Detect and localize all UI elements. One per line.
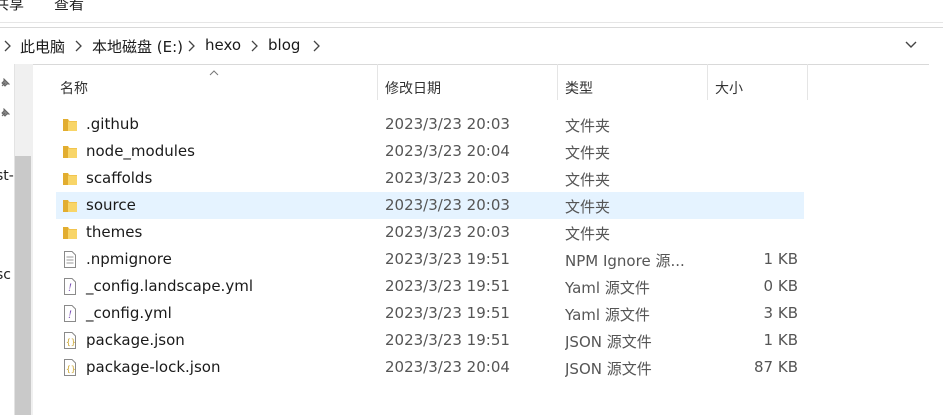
column-header-row: 名称 修改日期 类型 大小	[33, 64, 943, 100]
file-type: JSON 源文件	[565, 333, 652, 351]
ribbon-tab-share[interactable]: 共享	[0, 0, 24, 14]
file-name[interactable]: source	[86, 196, 136, 214]
ribbon-divider	[0, 22, 943, 23]
file-type: 文件夹	[565, 171, 611, 189]
file-row[interactable]: {} package-lock.json 2023/3/23 20:04 JSON 源…	[56, 354, 804, 381]
svg-text:{}: {}	[66, 365, 76, 374]
file-size: 3 KB	[763, 304, 798, 322]
file-row[interactable]: node_modules 2023/3/23 20:04 文件夹	[56, 138, 804, 165]
nav-item-fragment[interactable]: st-	[0, 168, 14, 184]
file-modified: 2023/3/23 20:04	[385, 358, 510, 376]
file-row[interactable]: source 2023/3/23 20:03 文件夹	[56, 192, 804, 219]
file-row[interactable]: ! _config.yml 2023/3/23 19:51 Yaml 源文件 3 KB	[56, 300, 804, 327]
ribbon-tab-view[interactable]: 查看	[54, 0, 84, 14]
file-type: 文件夹	[565, 198, 611, 216]
file-modified: 2023/3/23 19:51	[385, 304, 510, 322]
column-header-modified[interactable]: 修改日期	[378, 64, 557, 100]
file-name[interactable]: themes	[86, 223, 142, 241]
file-modified: 2023/3/23 19:51	[385, 331, 510, 349]
file-modified: 2023/3/23 20:03	[385, 196, 510, 214]
file-size: 0 KB	[763, 277, 798, 295]
folder-icon	[62, 116, 78, 133]
svg-text:{}: {}	[66, 338, 76, 347]
json-file-icon: {}	[62, 332, 78, 349]
column-header-type[interactable]: 类型	[558, 64, 707, 100]
file-name[interactable]: scaffolds	[86, 169, 152, 187]
folder-icon	[62, 224, 78, 241]
file-modified: 2023/3/23 19:51	[385, 277, 510, 295]
file-name[interactable]: package-lock.json	[86, 358, 220, 376]
folder-icon	[62, 143, 78, 160]
file-row[interactable]: themes 2023/3/23 20:03 文件夹	[56, 219, 804, 246]
column-header-name[interactable]: 名称	[53, 64, 377, 100]
file-row[interactable]: scaffolds 2023/3/23 20:03 文件夹	[56, 165, 804, 192]
json-file-icon: {}	[62, 359, 78, 376]
chevron-right-icon[interactable]	[4, 40, 12, 52]
column-header-size-label: 大小	[715, 81, 743, 97]
breadcrumb-local-disk[interactable]: 本地磁盘 (E:)	[92, 36, 183, 57]
file-modified: 2023/3/23 19:51	[385, 250, 510, 268]
breadcrumb-hexo[interactable]: hexo	[205, 36, 241, 54]
chevron-down-icon[interactable]	[903, 37, 919, 53]
nav-item-fragment[interactable]: sc	[0, 267, 11, 283]
file-name[interactable]: package.json	[86, 331, 185, 349]
file-type: Yaml 源文件	[565, 306, 650, 324]
file-modified: 2023/3/23 20:03	[385, 169, 510, 187]
breadcrumb-this-pc[interactable]: 此电脑	[20, 36, 65, 57]
file-type: Yaml 源文件	[565, 279, 650, 297]
file-size: 1 KB	[763, 250, 798, 268]
folder-icon	[62, 170, 78, 187]
file-row[interactable]: .npmignore 2023/3/23 19:51 NPM Ignore 源...…	[56, 246, 804, 273]
file-row[interactable]: ! _config.landscape.yml 2023/3/23 19:51 Yam…	[56, 273, 804, 300]
column-header-size[interactable]: 大小	[708, 64, 807, 100]
file-modified: 2023/3/23 20:03	[385, 223, 510, 241]
file-name[interactable]: .npmignore	[86, 250, 172, 268]
column-header-type-label: 类型	[565, 81, 593, 97]
svg-text:!: !	[68, 310, 72, 321]
chevron-right-icon[interactable]	[313, 40, 321, 52]
folder-icon	[62, 197, 78, 214]
navigation-pane[interactable]: st- sc	[0, 64, 33, 415]
file-type: 文件夹	[565, 225, 611, 243]
file-row[interactable]: .github 2023/3/23 20:03 文件夹	[56, 111, 804, 138]
file-list: .github 2023/3/23 20:03 文件夹 node_modules 202…	[56, 111, 804, 381]
file-type: 文件夹	[565, 144, 611, 162]
ribbon: 共享 查看	[0, 0, 943, 22]
file-modified: 2023/3/23 20:04	[385, 142, 510, 160]
column-header-modified-label: 修改日期	[385, 81, 441, 97]
breadcrumb-blog[interactable]: blog	[268, 36, 300, 54]
chevron-right-icon[interactable]	[75, 40, 83, 52]
pin-icon[interactable]	[0, 108, 10, 118]
yaml-file-icon: !	[62, 278, 78, 295]
file-size: 87 KB	[754, 358, 798, 376]
content-right-margin	[929, 64, 943, 415]
file-name[interactable]: _config.yml	[86, 304, 172, 322]
file-modified: 2023/3/23 20:03	[385, 115, 510, 133]
yaml-file-icon: !	[62, 305, 78, 322]
file-size: 1 KB	[763, 331, 798, 349]
address-bar[interactable]: 此电脑 本地磁盘 (E:) hexo blog	[0, 27, 943, 65]
file-type: 文件夹	[565, 117, 611, 135]
file-name[interactable]: .github	[86, 115, 139, 133]
column-header-name-label: 名称	[60, 81, 88, 97]
pin-icon[interactable]	[0, 78, 10, 88]
file-type: NPM Ignore 源...	[565, 252, 685, 270]
chevron-right-icon[interactable]	[188, 40, 196, 52]
chevron-right-icon[interactable]	[251, 40, 259, 52]
file-name[interactable]: _config.landscape.yml	[86, 277, 253, 295]
nav-scrollbar-thumb[interactable]	[15, 156, 31, 415]
file-type: JSON 源文件	[565, 360, 652, 378]
file-name[interactable]: node_modules	[86, 142, 195, 160]
column-divider[interactable]	[807, 64, 808, 100]
text-file-icon	[62, 251, 78, 268]
svg-text:!: !	[68, 283, 72, 294]
file-row[interactable]: {} package.json 2023/3/23 19:51 JSON 源文件 1 K…	[56, 327, 804, 354]
